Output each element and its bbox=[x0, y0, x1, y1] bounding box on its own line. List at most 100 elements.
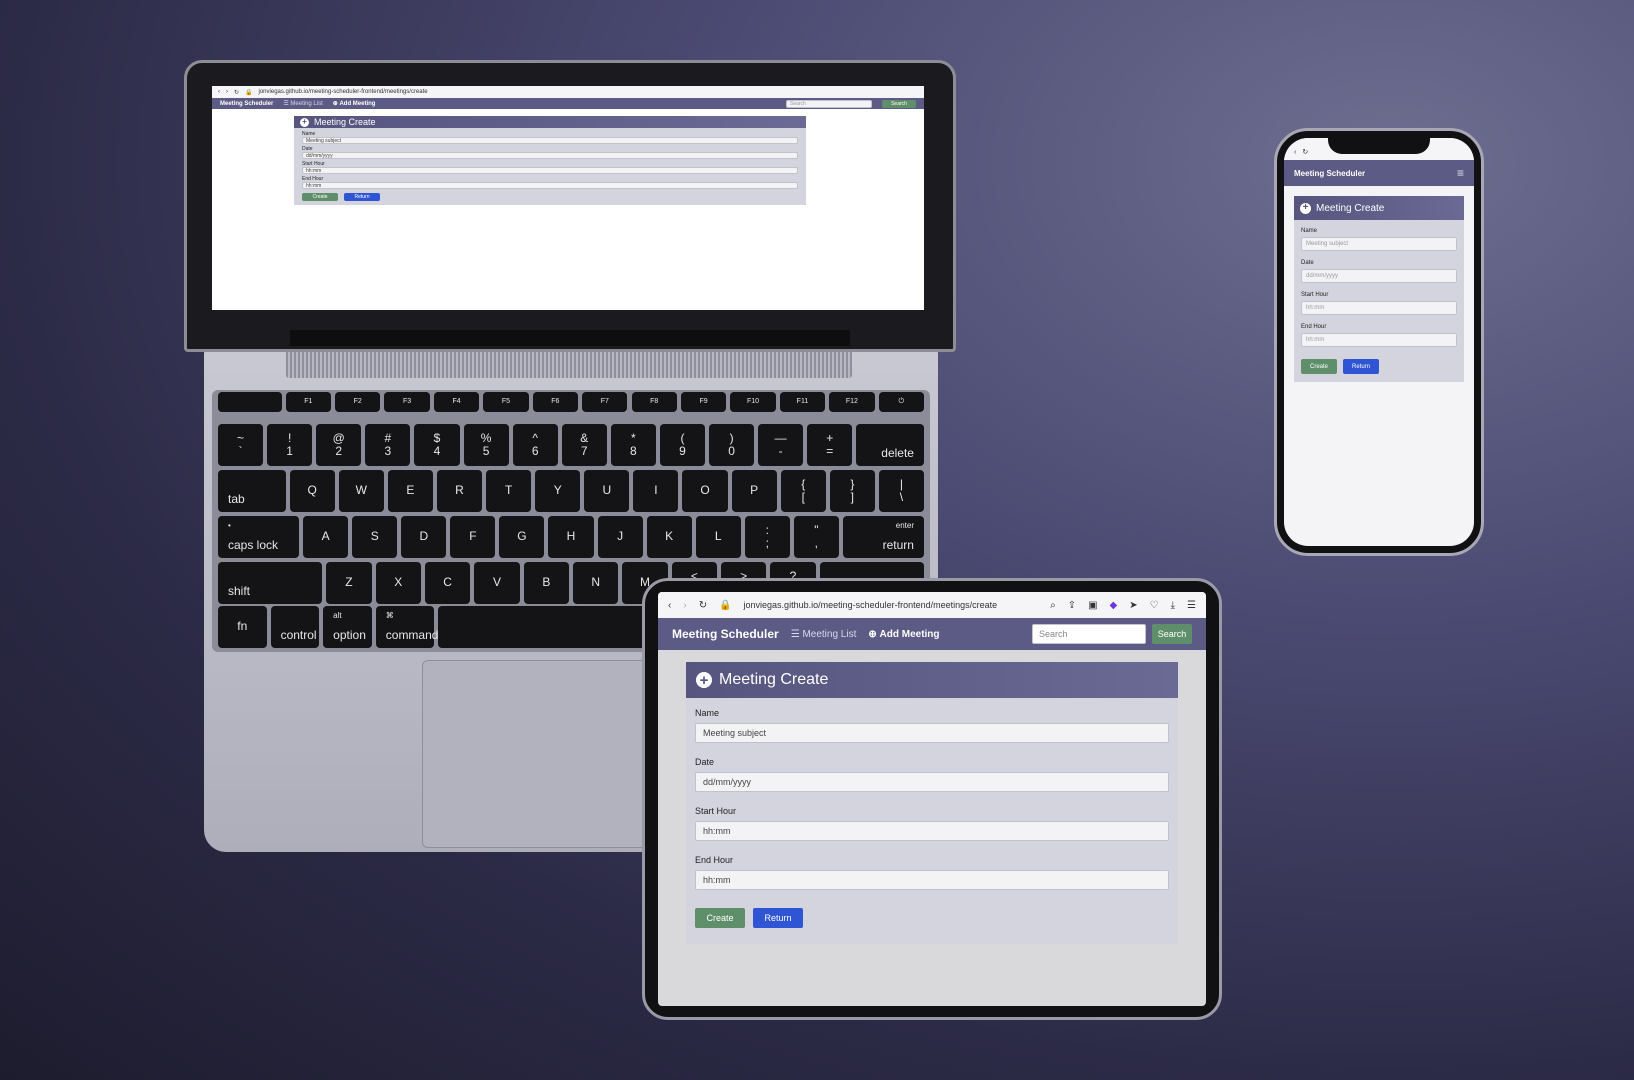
search-input[interactable]: Search bbox=[1032, 624, 1146, 644]
url-text[interactable]: jonviegas.github.io/meeting-scheduler-fr… bbox=[259, 89, 428, 95]
keyboard-key[interactable]: % 5 bbox=[463, 424, 509, 466]
keyboard-key[interactable]: ! 1 bbox=[267, 424, 313, 466]
keyboard-key[interactable]: N bbox=[573, 562, 619, 604]
keyboard-key[interactable]: tab bbox=[218, 470, 286, 512]
search-input[interactable]: Search bbox=[786, 99, 872, 108]
keyboard-key[interactable]: F12 bbox=[829, 392, 875, 412]
keyboard-key[interactable]: ) 0 bbox=[709, 424, 755, 466]
vpn-shield-icon[interactable]: ◆ bbox=[1110, 600, 1118, 611]
url-text[interactable]: jonviegas.github.io/meeting-scheduler-fr… bbox=[744, 600, 998, 610]
end-hour-input[interactable]: hh:mm bbox=[1301, 333, 1457, 347]
keyboard-key[interactable]: F4 bbox=[433, 392, 480, 412]
keyboard-key[interactable]: ~ ` bbox=[218, 424, 264, 466]
keyboard-key[interactable]: F1 bbox=[285, 392, 331, 412]
keyboard-key[interactable]: @2 bbox=[316, 424, 362, 466]
keyboard-key[interactable]: F5 bbox=[483, 392, 529, 412]
keyboard-key[interactable]: #3 bbox=[365, 424, 411, 466]
keyboard-key[interactable]: F3 bbox=[384, 392, 430, 412]
reload-icon[interactable]: ↻ bbox=[699, 600, 707, 611]
keyboard-key[interactable]: E bbox=[387, 470, 433, 512]
keyboard-key[interactable]: P bbox=[731, 470, 777, 512]
end-hour-input[interactable]: hh:mm bbox=[302, 182, 798, 189]
return-button[interactable]: Return bbox=[344, 193, 380, 201]
create-button[interactable]: Create bbox=[695, 908, 745, 928]
keyboard-key[interactable]: U bbox=[584, 470, 630, 512]
keyboard-key[interactable]: F11 bbox=[779, 392, 826, 412]
keyboard-key[interactable]: :; bbox=[744, 516, 790, 558]
date-input[interactable]: dd/mm/yyyy bbox=[695, 772, 1169, 792]
keyboard-key[interactable]: ⌘ command bbox=[375, 606, 438, 648]
date-input[interactable]: dd/mm/yyyy bbox=[1301, 269, 1457, 283]
forward-icon[interactable]: › bbox=[226, 89, 228, 95]
keyboard-key[interactable]: C bbox=[424, 562, 471, 604]
keyboard-key[interactable]: F8 bbox=[631, 392, 677, 412]
back-icon[interactable]: ‹ bbox=[1294, 149, 1296, 156]
tablet-address-bar[interactable]: ‹ › ↻ 🔒 jonviegas.github.io/meeting-sche… bbox=[658, 592, 1206, 618]
keyboard-key[interactable]: (9 bbox=[659, 424, 706, 466]
keyboard-key[interactable]: L bbox=[695, 516, 741, 558]
create-button[interactable]: Create bbox=[1301, 359, 1337, 374]
keyboard-key[interactable]: enter return bbox=[842, 516, 924, 558]
keyboard-key[interactable]: $4 bbox=[414, 424, 460, 466]
keyboard-key[interactable]: ", bbox=[793, 516, 839, 558]
keyboard-key[interactable]: F7 bbox=[582, 392, 628, 412]
keyboard-key[interactable]: F9 bbox=[680, 392, 727, 412]
keyboard-key[interactable]: I bbox=[633, 470, 679, 512]
reload-icon[interactable]: ↻ bbox=[1302, 148, 1308, 156]
create-button[interactable]: Create bbox=[302, 193, 338, 201]
keyboard-key[interactable]: F2 bbox=[335, 392, 381, 412]
keyboard-key[interactable]: W bbox=[338, 470, 384, 512]
app-brand[interactable]: Meeting Scheduler bbox=[672, 627, 779, 641]
keyboard-key[interactable]: F6 bbox=[532, 392, 579, 412]
keyboard-key[interactable]: shift bbox=[218, 562, 323, 604]
search-button[interactable]: Search bbox=[1152, 624, 1192, 644]
keyboard-key[interactable]: S bbox=[352, 516, 398, 558]
keyboard-key[interactable]: control bbox=[270, 606, 320, 648]
keyboard-key[interactable]: Y bbox=[535, 470, 581, 512]
back-icon[interactable]: ‹ bbox=[218, 89, 220, 95]
keyboard-key[interactable]: V bbox=[474, 562, 520, 604]
keyboard-key[interactable]: T bbox=[486, 470, 532, 512]
keyboard-key[interactable]: ^ 6 bbox=[512, 424, 558, 466]
keyboard-key[interactable]: | \ bbox=[878, 470, 924, 512]
keyboard-key[interactable]: Q bbox=[289, 470, 335, 512]
app-brand[interactable]: Meeting Scheduler bbox=[1294, 169, 1365, 178]
keyboard-key[interactable] bbox=[218, 392, 282, 412]
date-input[interactable]: dd/mm/yyyy bbox=[302, 152, 798, 159]
keyboard-key[interactable]: Z bbox=[326, 562, 372, 604]
app-brand[interactable]: Meeting Scheduler bbox=[220, 101, 273, 107]
keyboard-key[interactable]: delete bbox=[856, 424, 924, 466]
send-icon[interactable]: ➤ bbox=[1129, 600, 1137, 611]
keyboard-key[interactable]: ⏻ bbox=[878, 392, 924, 412]
keyboard-key[interactable]: R bbox=[436, 470, 483, 512]
keyboard-key[interactable]: A bbox=[303, 516, 349, 558]
back-icon[interactable]: ‹ bbox=[668, 600, 671, 611]
keyboard-key[interactable]: alt option bbox=[323, 606, 372, 648]
keyboard-key[interactable]: {[ bbox=[780, 470, 826, 512]
menu-icon[interactable]: ☰ bbox=[1187, 600, 1196, 611]
keyboard-key[interactable]: K bbox=[646, 516, 692, 558]
start-hour-input[interactable]: hh:mm bbox=[695, 821, 1169, 841]
keyboard-key[interactable]: }] bbox=[829, 470, 875, 512]
keyboard-key[interactable]: * 8 bbox=[610, 424, 656, 466]
return-button[interactable]: Return bbox=[1343, 359, 1379, 374]
start-hour-input[interactable]: hh:mm bbox=[302, 167, 798, 174]
keyboard-key[interactable]: F bbox=[450, 516, 496, 558]
nav-add-meeting[interactable]: ⊕ Add Meeting bbox=[868, 629, 939, 640]
search-button[interactable]: Search bbox=[882, 99, 916, 108]
keyboard-key[interactable]: O bbox=[682, 470, 728, 512]
laptop-address-bar[interactable]: ‹ › ↻ 🔒 jonviegas.github.io/meeting-sche… bbox=[212, 86, 924, 98]
download-icon[interactable]: ⤓ bbox=[1171, 600, 1175, 611]
zoom-icon[interactable]: ⌕ bbox=[1050, 600, 1056, 611]
name-input[interactable]: Meeting subject bbox=[1301, 237, 1457, 251]
keyboard-key[interactable]: F10 bbox=[730, 392, 776, 412]
keyboard-key[interactable]: J bbox=[597, 516, 643, 558]
return-button[interactable]: Return bbox=[753, 908, 803, 928]
hamburger-menu-icon[interactable]: ≡ bbox=[1457, 166, 1464, 180]
nav-meeting-list[interactable]: ☰ Meeting List bbox=[283, 100, 322, 108]
keyboard-key[interactable]: B bbox=[523, 562, 569, 604]
screenshot-icon[interactable]: ▣ bbox=[1088, 600, 1097, 611]
name-input[interactable]: Meeting subject bbox=[695, 723, 1169, 743]
keyboard-key[interactable]: X bbox=[375, 562, 421, 604]
keyboard-key[interactable]: D bbox=[401, 516, 447, 558]
